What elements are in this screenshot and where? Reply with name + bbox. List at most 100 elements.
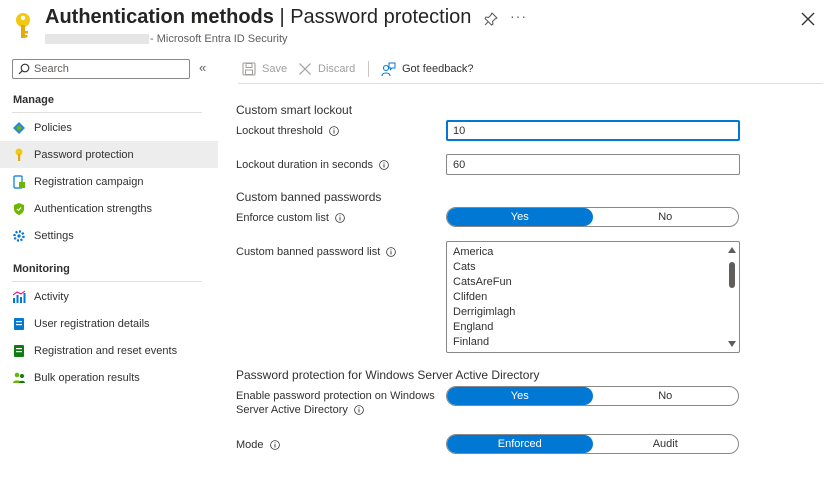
section-manage: Manage: [13, 94, 54, 106]
policies-icon: [12, 121, 26, 135]
list-item: Clifden: [453, 291, 488, 303]
info-icon[interactable]: [386, 247, 397, 257]
feedback-button[interactable]: Got feedback?: [381, 58, 474, 80]
section-divider: [12, 112, 202, 113]
discard-button[interactable]: Discard: [298, 58, 355, 80]
sidebar-item-password-protection[interactable]: Password protection: [0, 141, 218, 168]
section-divider: [12, 281, 202, 282]
search-input[interactable]: [34, 61, 184, 77]
sidebar-item-label: Password protection: [34, 148, 134, 161]
list-item: Finland: [453, 336, 490, 348]
scrollbar-thumb[interactable]: [729, 262, 735, 288]
toolbar-separator: [238, 83, 823, 84]
lockout-threshold-input[interactable]: [446, 120, 740, 141]
collapse-sidebar-icon[interactable]: «: [199, 60, 206, 75]
lockout-duration-text: Lockout duration in seconds: [236, 159, 373, 171]
sidebar-item-label: Settings: [34, 229, 74, 242]
enable-yes-option[interactable]: Yes: [447, 387, 593, 405]
mode-enforced-option[interactable]: Enforced: [447, 435, 593, 453]
command-bar: Save Discard Got feedback?: [240, 58, 823, 80]
list-item: England: [453, 321, 494, 333]
mode-audit-option[interactable]: Audit: [593, 435, 739, 453]
enforce-yes-option[interactable]: Yes: [447, 208, 593, 226]
page-title: Authentication methods | Password protec…: [45, 6, 471, 29]
sidebar-item-label: Activity: [34, 290, 69, 303]
feedback-icon: [381, 62, 396, 76]
lockout-threshold-label: Lockout threshold: [236, 125, 339, 137]
registration-campaign-icon: [12, 174, 26, 189]
enable-no-option[interactable]: No: [593, 387, 739, 405]
key-icon: [12, 148, 26, 162]
lockout-duration-label: Lockout duration in seconds: [236, 159, 389, 171]
toolbar-divider: [368, 61, 369, 77]
sidebar-item-authentication-strengths[interactable]: Authentication strengths: [0, 195, 218, 222]
sidebar-item-label: Policies: [34, 121, 72, 134]
activity-chart-icon: [12, 290, 26, 304]
sidebar-item-label: Authentication strengths: [34, 202, 153, 215]
feedback-label: Got feedback?: [402, 63, 474, 75]
discard-icon: [299, 63, 311, 75]
scroll-down-arrow-icon[interactable]: [728, 341, 736, 347]
bulk-users-icon: [12, 371, 26, 385]
windows-heading: Password protection for Windows Server A…: [236, 368, 540, 382]
scroll-up-arrow-icon[interactable]: [728, 247, 736, 253]
sidebar-item-label: Registration campaign: [34, 175, 144, 188]
sidebar-item-registration-reset-events[interactable]: Registration and reset events: [0, 337, 218, 364]
sidebar-item-policies[interactable]: Policies: [0, 114, 218, 141]
enforce-label: Enforce custom list: [236, 212, 345, 224]
events-icon: [12, 344, 26, 358]
save-label: Save: [262, 63, 288, 75]
list-item: Cats: [453, 261, 476, 273]
info-icon[interactable]: [269, 440, 280, 450]
sidebar-item-settings[interactable]: Settings: [0, 222, 218, 249]
lockout-threshold-text: Lockout threshold: [236, 125, 323, 137]
gear-icon: [12, 229, 26, 243]
tenant-name-redacted: [45, 34, 149, 44]
more-options-icon[interactable]: ···: [510, 8, 527, 24]
enable-ad-line2: Server Active Directory: [236, 404, 364, 416]
enable-ad-text-line2: Server Active Directory: [236, 404, 348, 416]
search-icon: [18, 63, 30, 75]
enable-ad-toggle[interactable]: Yes No: [446, 386, 739, 406]
enforce-toggle[interactable]: Yes No: [446, 207, 739, 227]
title-separator: |: [273, 6, 291, 28]
enforce-text: Enforce custom list: [236, 212, 329, 224]
sidebar-item-registration-campaign[interactable]: Registration campaign: [0, 168, 218, 195]
sidebar-item-label: User registration details: [34, 317, 150, 330]
sidebar-item-user-registration-details[interactable]: User registration details: [0, 310, 218, 337]
info-icon[interactable]: [354, 405, 364, 415]
info-icon[interactable]: [335, 213, 345, 223]
sidebar-item-activity[interactable]: Activity: [0, 283, 218, 310]
sidebar-item-bulk-operation-results[interactable]: Bulk operation results: [0, 364, 218, 391]
lockout-duration-input[interactable]: [446, 154, 740, 175]
mode-label: Mode: [236, 439, 280, 451]
title-main: Authentication methods: [45, 6, 274, 28]
discard-label: Discard: [318, 63, 356, 75]
info-icon[interactable]: [379, 160, 389, 170]
list-item: Derrigimlagh: [453, 306, 516, 318]
shield-icon: [12, 202, 26, 216]
sidebar-item-label: Bulk operation results: [34, 371, 140, 384]
banned-heading: Custom banned passwords: [236, 190, 382, 204]
list-item: CatsAreFun: [453, 276, 512, 288]
enforce-no-option[interactable]: No: [593, 208, 739, 226]
pin-icon[interactable]: [483, 11, 499, 27]
list-item: America: [453, 246, 494, 258]
sidebar-search[interactable]: [12, 59, 190, 79]
title-sub: Password protection: [290, 6, 472, 28]
blade-header: Authentication methods | Password protec…: [0, 0, 840, 52]
mode-text: Mode: [236, 439, 264, 451]
sidebar-item-label: Registration and reset events: [34, 344, 178, 357]
lockout-heading: Custom smart lockout: [236, 103, 353, 117]
close-icon[interactable]: [800, 11, 816, 27]
page-subtitle: - Microsoft Entra ID Security: [150, 33, 288, 45]
info-icon[interactable]: [329, 126, 339, 136]
save-button[interactable]: Save: [242, 58, 287, 80]
mode-toggle[interactable]: Enforced Audit: [446, 434, 739, 454]
section-monitoring: Monitoring: [13, 263, 70, 275]
banned-list-text: Custom banned password list: [236, 246, 381, 258]
banned-password-textarea[interactable]: America Cats CatsAreFun Clifden Derrigim…: [446, 241, 740, 353]
key-icon: [16, 13, 30, 38]
banned-list-label: Custom banned password list: [236, 246, 397, 258]
enable-ad-text-line1: Enable password protection on Windows: [236, 390, 435, 402]
